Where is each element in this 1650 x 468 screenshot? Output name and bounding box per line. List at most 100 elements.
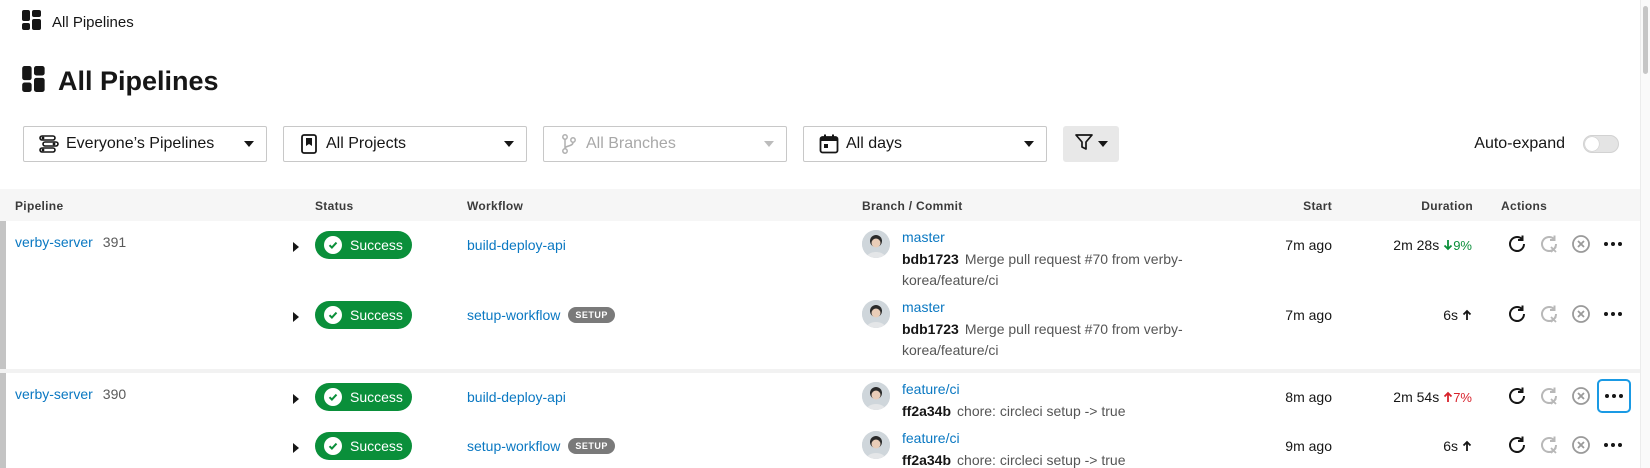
- branch-link[interactable]: master: [902, 299, 1202, 315]
- row-actions: [1501, 228, 1629, 260]
- branch-commit-cell: master bdb1723 Merge pull request #70 fro…: [902, 229, 1202, 291]
- duration: 6s: [1443, 438, 1472, 454]
- workflow-link[interactable]: setup-workflow SETUP: [467, 307, 615, 323]
- pipeline-group: verby-server 390 Success build-deploy-ap…: [0, 373, 1640, 468]
- status-label: Success: [350, 307, 403, 323]
- column-header-actions: Actions: [1501, 199, 1548, 213]
- more-icon[interactable]: [1597, 379, 1631, 413]
- scrollbar-thumb[interactable]: [1643, 6, 1648, 74]
- column-header-status: Status: [315, 199, 354, 213]
- breadcrumb: All Pipelines: [22, 9, 134, 35]
- dashboard-icon: [22, 66, 46, 97]
- more-icon[interactable]: [1597, 298, 1629, 330]
- toggle-knob: [1585, 137, 1599, 151]
- days-filter-dropdown[interactable]: All days: [803, 126, 1047, 162]
- setup-badge: SETUP: [568, 307, 615, 323]
- status-badge[interactable]: Success: [315, 383, 412, 411]
- pipelines-filter-dropdown[interactable]: Everyone’s Pipelines: [23, 126, 267, 162]
- days-filter-label: All days: [846, 135, 903, 152]
- workflow-link[interactable]: build-deploy-api: [467, 237, 566, 253]
- duration-value: 2m 54s: [1393, 389, 1440, 405]
- duration-value: 2m 28s: [1393, 237, 1440, 253]
- commit-sha[interactable]: ff2a34b: [902, 403, 951, 419]
- expand-caret-icon[interactable]: [293, 394, 299, 404]
- expand-caret-icon[interactable]: [293, 242, 299, 252]
- workflow-link[interactable]: build-deploy-api: [467, 389, 566, 405]
- column-header-pipeline: Pipeline: [15, 199, 64, 213]
- expand-caret-icon[interactable]: [293, 312, 299, 322]
- more-icon[interactable]: [1597, 228, 1629, 260]
- trend-percent: 7%: [1453, 389, 1472, 405]
- commit-info: ff2a34b chore: circleci setup -> true: [902, 401, 1202, 422]
- cancel-icon[interactable]: [1565, 429, 1597, 461]
- chevron-down-icon: [1098, 141, 1108, 147]
- cancel-icon[interactable]: [1565, 298, 1597, 330]
- vertical-scrollbar[interactable]: [1640, 0, 1650, 468]
- filter-button[interactable]: [1063, 126, 1119, 162]
- page-title: All Pipelines: [58, 66, 219, 96]
- column-header-start: Start: [1303, 199, 1332, 213]
- rerun-failed-icon[interactable]: [1533, 228, 1565, 260]
- trend-down-indicator: 9%: [1443, 238, 1472, 253]
- status-badge[interactable]: Success: [315, 301, 412, 329]
- cancel-icon[interactable]: [1565, 228, 1597, 260]
- setup-badge: SETUP: [568, 438, 615, 454]
- avatar: [862, 382, 890, 410]
- group-rail: [0, 373, 6, 468]
- status-label: Success: [350, 389, 403, 405]
- workflow-link[interactable]: setup-workflow SETUP: [467, 438, 615, 454]
- pipeline-group: verby-server 391 Success build-deploy-ap…: [0, 221, 1640, 369]
- cancel-icon[interactable]: [1565, 380, 1597, 412]
- bookmark-icon: [298, 133, 320, 155]
- pipeline-project-link[interactable]: verby-server: [15, 386, 93, 402]
- row-actions: [1501, 429, 1629, 461]
- auto-expand-toggle[interactable]: [1583, 135, 1619, 153]
- branches-filter-dropdown[interactable]: All Branches: [543, 126, 787, 162]
- pipelines-icon: [38, 133, 60, 155]
- rerun-icon[interactable]: [1501, 380, 1533, 412]
- commit-sha[interactable]: bdb1723: [902, 251, 959, 267]
- rerun-icon[interactable]: [1501, 228, 1533, 260]
- rerun-icon[interactable]: [1501, 298, 1533, 330]
- breadcrumb-title: All Pipelines: [52, 13, 134, 31]
- auto-expand-label: Auto-expand: [1474, 135, 1565, 152]
- workflow-name: build-deploy-api: [467, 389, 566, 405]
- projects-filter-label: All Projects: [326, 135, 407, 152]
- status-badge[interactable]: Success: [315, 231, 412, 259]
- more-icon[interactable]: [1597, 429, 1629, 461]
- expand-caret-icon[interactable]: [293, 443, 299, 453]
- column-header-branch-commit: Branch / Commit: [862, 199, 963, 213]
- rerun-icon[interactable]: [1501, 429, 1533, 461]
- branch-link[interactable]: feature/ci: [902, 430, 1202, 446]
- pipeline-number: 391: [102, 234, 127, 250]
- auto-expand-control: Auto-expand: [1474, 135, 1619, 153]
- chevron-down-icon: [764, 141, 774, 147]
- pipeline-name: verby-server 390: [15, 386, 126, 402]
- branch-icon: [558, 133, 580, 155]
- branch-commit-cell: feature/ci ff2a34b chore: circleci setup …: [902, 381, 1202, 422]
- trend-up-indicator: 7%: [1443, 390, 1472, 405]
- branch-link[interactable]: feature/ci: [902, 381, 1202, 397]
- dashboard-icon: [22, 9, 42, 35]
- branch-link[interactable]: master: [902, 229, 1202, 245]
- workflow-name: setup-workflow: [467, 438, 561, 454]
- rerun-failed-icon[interactable]: [1533, 429, 1565, 461]
- pipelines-filter-label: Everyone’s Pipelines: [66, 135, 215, 152]
- rerun-failed-icon[interactable]: [1533, 298, 1565, 330]
- pipeline-number: 390: [102, 386, 127, 402]
- pipeline-project-link[interactable]: verby-server: [15, 234, 93, 250]
- duration: 2m 54s 7%: [1393, 389, 1472, 405]
- branch-commit-cell: feature/ci ff2a34b chore: circleci setup …: [902, 430, 1202, 468]
- page-header: All Pipelines: [22, 66, 219, 97]
- start-time: 9m ago: [1285, 438, 1332, 454]
- start-time: 8m ago: [1285, 389, 1332, 405]
- row-actions: [1501, 379, 1631, 413]
- group-rail: [0, 221, 6, 369]
- chevron-down-icon: [1024, 141, 1034, 147]
- rerun-failed-icon[interactable]: [1533, 380, 1565, 412]
- commit-sha[interactable]: ff2a34b: [902, 452, 951, 468]
- projects-filter-dropdown[interactable]: All Projects: [283, 126, 527, 162]
- status-badge[interactable]: Success: [315, 432, 412, 460]
- commit-sha[interactable]: bdb1723: [902, 321, 959, 337]
- workflow-name: build-deploy-api: [467, 237, 566, 253]
